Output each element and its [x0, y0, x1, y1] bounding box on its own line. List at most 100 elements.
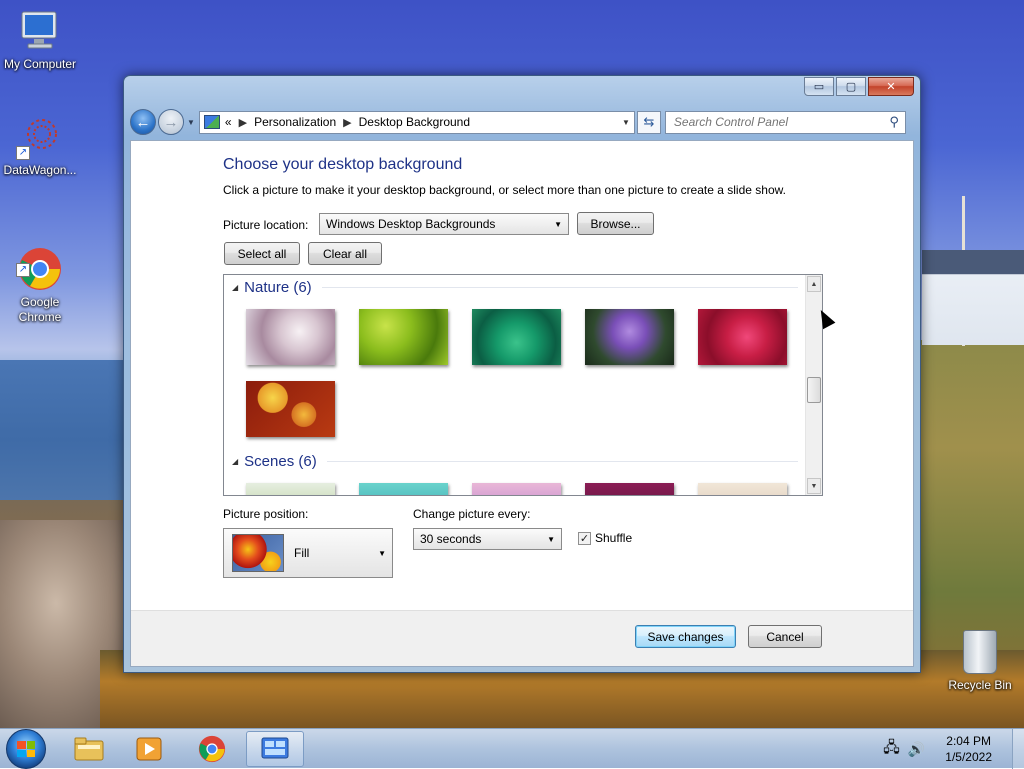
- taskbar-file-explorer[interactable]: [60, 731, 118, 767]
- picture-location-value: Windows Desktop Backgrounds: [326, 217, 496, 231]
- change-picture-label: Change picture every:: [413, 507, 531, 521]
- clock-time: 2:04 PM: [946, 734, 991, 748]
- clear-all-button[interactable]: Clear all: [308, 242, 382, 265]
- breadcrumb-separator-icon[interactable]: ▶: [343, 116, 351, 129]
- shuffle-label: Shuffle: [595, 531, 633, 545]
- wallpaper-thumbnail[interactable]: [246, 381, 335, 437]
- picture-position-value: Fill: [294, 546, 310, 560]
- change-picture-value: 30 seconds: [420, 532, 482, 546]
- content-area: Choose your desktop background Click a p…: [130, 140, 914, 667]
- desktop-icon-label: My Computer: [3, 57, 77, 71]
- chevron-down-icon: ▼: [378, 548, 386, 558]
- picture-position-select[interactable]: Fill ▼: [223, 528, 393, 578]
- volume-icon[interactable]: 🔊: [908, 741, 925, 758]
- window-caption-buttons: ▭ ▢ ✕: [802, 77, 914, 96]
- taskbar-google-chrome[interactable]: [183, 731, 241, 767]
- collapse-triangle-icon[interactable]: ◢: [232, 283, 238, 292]
- clock-date: 1/5/2022: [945, 750, 992, 764]
- breadcrumb-personalization[interactable]: Personalization: [254, 115, 336, 129]
- group-title: Nature (6): [244, 279, 312, 296]
- network-icon[interactable]: 🖧: [883, 737, 900, 762]
- picture-location-label: Picture location:: [223, 218, 309, 232]
- picture-gallery[interactable]: ◢ Nature (6) ◢ Scenes (6) ▲ ▼: [223, 274, 823, 496]
- group-title: Scenes (6): [244, 453, 317, 470]
- forward-button[interactable]: →: [158, 109, 184, 135]
- page-description: Click a picture to make it your desktop …: [223, 183, 786, 197]
- maximize-button[interactable]: ▢: [836, 77, 866, 96]
- search-box[interactable]: ⚲: [664, 110, 906, 134]
- wallpaper-house: [922, 250, 1024, 345]
- group-header-nature[interactable]: ◢ Nature (6): [232, 279, 798, 296]
- desktop-icon-recycle-bin[interactable]: Recycle Bin: [940, 630, 1020, 692]
- control-panel-icon: [203, 115, 220, 129]
- close-button[interactable]: ✕: [868, 77, 914, 96]
- desktop-icon-label: DataWagon...: [3, 163, 77, 177]
- search-icon[interactable]: ⚲: [889, 114, 899, 130]
- group-divider: [321, 287, 798, 288]
- group-header-scenes[interactable]: ◢ Scenes (6): [232, 453, 798, 470]
- scroll-down-button[interactable]: ▼: [807, 478, 821, 494]
- arrow-right-icon: →: [163, 113, 179, 131]
- group-divider: [326, 461, 798, 462]
- shortcut-arrow-icon: ↗: [16, 146, 30, 160]
- wallpaper-thumbnail[interactable]: [359, 309, 448, 365]
- refresh-icon: ⇆: [643, 114, 655, 129]
- minimize-button[interactable]: ▭: [804, 77, 834, 96]
- wallpaper-thumbnail[interactable]: [359, 483, 448, 495]
- start-button[interactable]: [6, 729, 46, 769]
- picture-position-label: Picture position:: [223, 507, 309, 521]
- scroll-up-button[interactable]: ▲: [807, 276, 821, 292]
- scroll-thumb[interactable]: [807, 377, 821, 403]
- recycle-bin-icon: [963, 630, 997, 674]
- breadcrumb-desktop-background[interactable]: Desktop Background: [359, 115, 470, 129]
- wallpaper-thumbnail[interactable]: [698, 309, 787, 365]
- windows-logo-icon: [17, 741, 35, 757]
- chrome-icon: ↗: [16, 231, 64, 290]
- shuffle-option[interactable]: ✓ Shuffle: [578, 531, 632, 545]
- wallpaper-thumbnail[interactable]: [585, 483, 674, 495]
- page-title: Choose your desktop background: [223, 156, 463, 173]
- taskbar-control-panel[interactable]: [246, 731, 304, 767]
- navigation-bar: ← → ▼ « ▶ Personalization ▶ Desktop Back…: [130, 107, 914, 137]
- show-desktop-button[interactable]: [1012, 729, 1024, 769]
- select-all-button[interactable]: Select all: [224, 242, 300, 265]
- picture-location-select[interactable]: Windows Desktop Backgrounds ▼: [319, 213, 569, 235]
- desktop-icon-datawagon[interactable]: ↗ DataWagon...: [0, 114, 80, 178]
- save-changes-button[interactable]: Save changes: [635, 625, 736, 648]
- taskbar-media-player[interactable]: [120, 731, 178, 767]
- cancel-button[interactable]: Cancel: [748, 625, 822, 648]
- chevron-down-icon: ▼: [547, 534, 555, 544]
- back-button[interactable]: ←: [130, 109, 156, 135]
- address-bar[interactable]: « ▶ Personalization ▶ Desktop Background…: [198, 110, 635, 134]
- breadcrumb-prefix[interactable]: «: [225, 115, 232, 129]
- refresh-button[interactable]: ⇆: [636, 110, 661, 134]
- recent-pages-dropdown[interactable]: ▼: [187, 118, 195, 127]
- datawagon-icon: ↗: [16, 114, 64, 160]
- shortcut-arrow-icon: ↗: [16, 263, 30, 277]
- wallpaper-thumbnail[interactable]: [246, 309, 335, 365]
- dialog-footer: Save changes Cancel: [131, 610, 913, 666]
- desktop-icon-google-chrome[interactable]: ↗ Google Chrome: [0, 216, 80, 340]
- taskbar-clock[interactable]: 2:04 PM 1/5/2022: [945, 733, 992, 765]
- wallpaper-thumbnail[interactable]: [246, 483, 335, 495]
- media-player-icon: [136, 737, 162, 761]
- wallpaper-thumbnail[interactable]: [698, 483, 787, 495]
- breadcrumb-separator-icon[interactable]: ▶: [239, 116, 247, 129]
- collapse-triangle-icon[interactable]: ◢: [232, 457, 238, 466]
- wallpaper-thumbnail[interactable]: [472, 483, 561, 495]
- desktop-icon-label: Google Chrome: [18, 295, 62, 324]
- system-tray: 🖧 🔊 2:04 PM 1/5/2022: [883, 729, 1024, 769]
- folder-icon: [74, 737, 104, 761]
- taskbar: 🖧 🔊 2:04 PM 1/5/2022: [0, 728, 1024, 769]
- control-panel-icon: [261, 737, 289, 759]
- shuffle-checkbox[interactable]: ✓: [578, 531, 591, 545]
- search-input[interactable]: [671, 114, 872, 130]
- desktop-icon-my-computer[interactable]: My Computer: [0, 8, 80, 72]
- browse-button[interactable]: Browse...: [577, 212, 654, 235]
- wallpaper-thumbnail[interactable]: [585, 309, 674, 365]
- position-preview-image: [232, 534, 284, 572]
- gallery-scrollbar[interactable]: ▲ ▼: [805, 275, 822, 495]
- address-dropdown-icon[interactable]: ▼: [622, 118, 630, 127]
- wallpaper-thumbnail[interactable]: [472, 309, 561, 365]
- change-picture-select[interactable]: 30 seconds ▼: [413, 528, 562, 550]
